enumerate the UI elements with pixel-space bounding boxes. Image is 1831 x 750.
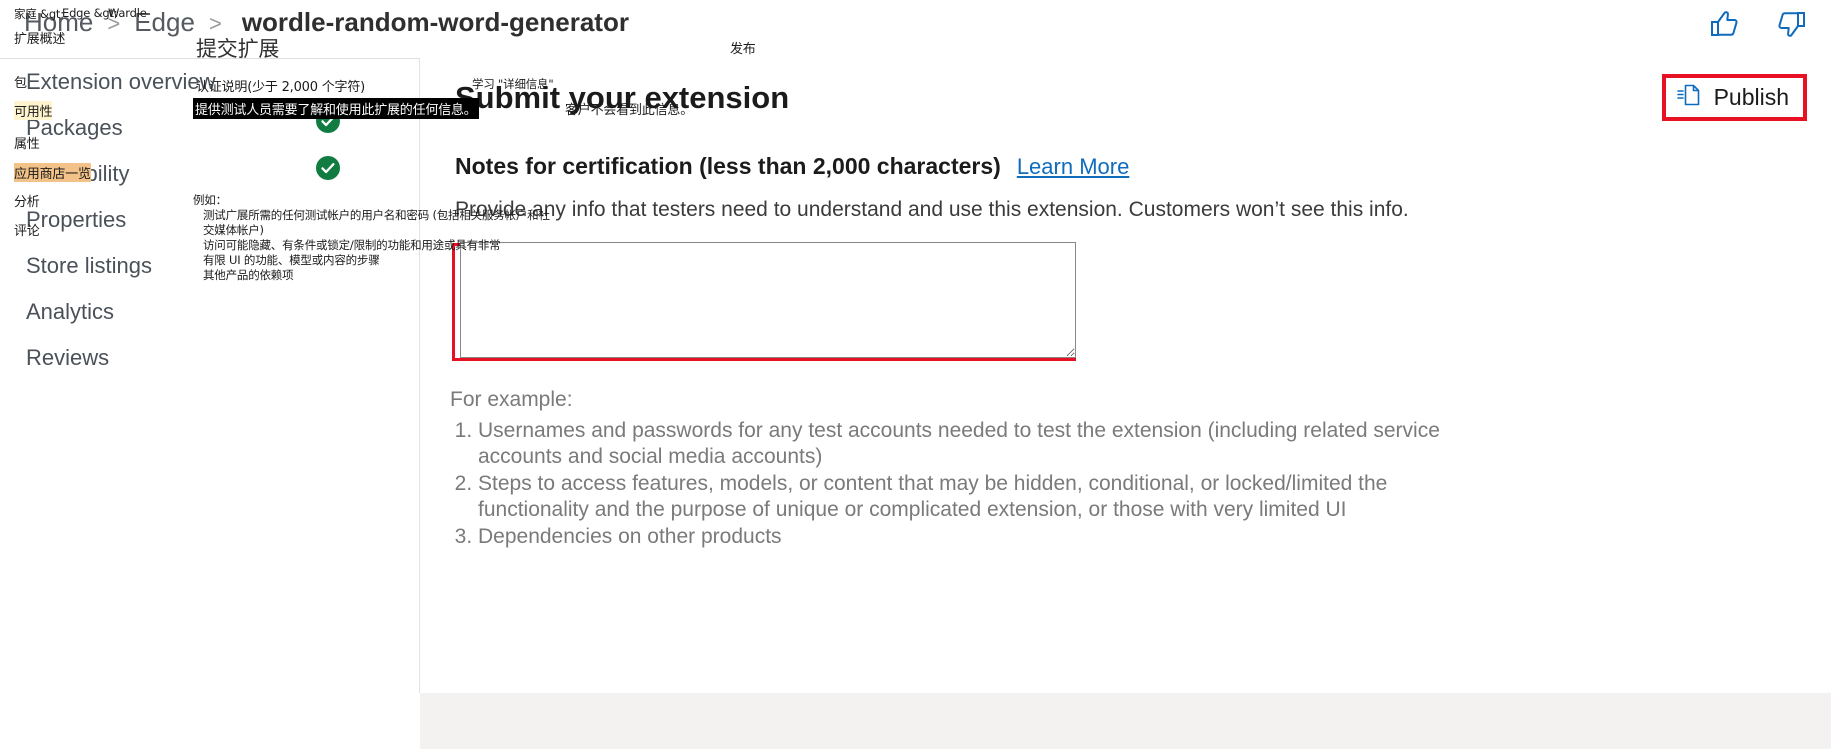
sidebar-nav: Extension overview Packages Availability…	[0, 58, 420, 750]
status-check-icon	[316, 156, 340, 180]
overlay-breadcrumb-current: Wardle	[108, 6, 147, 20]
section-heading-text: Notes for certification (less than 2,000…	[455, 153, 1001, 179]
sidebar-item-properties[interactable]: Properties	[26, 207, 126, 233]
section-description: Provide any info that testers need to un…	[455, 198, 1409, 221]
for-example-label: For example:	[450, 388, 573, 411]
thumbs-up-icon[interactable]	[1707, 8, 1741, 40]
overlay-nav-availability: 可用性	[14, 101, 53, 120]
overlay-nav-properties: 属性	[14, 137, 40, 152]
overlay-nav-reviews: 评论	[14, 224, 40, 239]
footer-band	[420, 693, 1831, 749]
list-item: Usernames and passwords for any test acc…	[478, 418, 1488, 469]
overlay-learn-more: 学习 "详细信息"	[472, 77, 554, 91]
overlay-example-line-3: 访问可能隐藏、有条件或锁定/限制的功能和用途或具有非常	[203, 238, 501, 252]
notes-for-certification-input[interactable]	[460, 242, 1076, 358]
sidebar-divider	[419, 58, 420, 693]
publish-document-icon	[1676, 82, 1702, 113]
publish-button[interactable]: Publish	[1661, 74, 1807, 121]
overlay-page-title: 提交扩展	[196, 37, 280, 61]
overlay-nav-store-listings: 应用商店一览	[14, 163, 91, 182]
main-content: Submit your extension Publish Notes for …	[420, 58, 1831, 749]
example-list: Usernames and passwords for any test acc…	[450, 418, 1488, 552]
publish-button-label: Publish	[1713, 84, 1789, 110]
overlay-for-example-label: 例如：	[193, 193, 227, 207]
sidebar-item-extension-overview[interactable]: Extension overview	[26, 69, 216, 95]
learn-more-link[interactable]: Learn More	[1017, 154, 1130, 180]
overlay-example-line-1: 测试广展所需的任何测试帐户的用户名和密码 (包括相关服务帐户和社	[203, 208, 550, 222]
overlay-example-line-4: 有限 UI 的功能、模型或内容的步骤	[203, 253, 380, 267]
overlay-example-line-5: 其他产品的依赖项	[203, 268, 294, 282]
overlay-nav-packages: 包	[14, 76, 27, 91]
overlay-publish: 发布	[730, 42, 756, 57]
overlay-section-desc-part2: 客户不会看到此信息。	[565, 103, 694, 118]
breadcrumb-current-page: wordle-random-word-generator	[241, 7, 629, 37]
list-item: Dependencies on other products	[478, 524, 1488, 550]
list-item: Steps to access features, models, or con…	[478, 471, 1488, 522]
thumbs-down-icon[interactable]	[1775, 8, 1809, 40]
sidebar-item-store-listings[interactable]: Store listings	[26, 253, 152, 279]
feedback-icons	[1707, 8, 1809, 40]
section-heading: Notes for certification (less than 2,000…	[455, 153, 1129, 180]
sidebar-item-reviews[interactable]: Reviews	[26, 345, 109, 371]
overlay-nav-analytics: 分析	[14, 195, 40, 210]
overlay-nav-extension-overview: 扩展概述	[14, 32, 66, 47]
sidebar-item-analytics[interactable]: Analytics	[26, 299, 114, 325]
overlay-section-desc-part1: 提供测试人员需要了解和使用此扩展的任何信息。	[193, 98, 479, 119]
overlay-example-line-2: 交媒体帐户)	[203, 223, 264, 237]
notes-textarea-highlight	[452, 242, 1076, 361]
overlay-breadcrumb-home: 家庭 &gt;	[14, 7, 64, 21]
overlay-section-heading: 认证说明(少于 2,000 个字符)	[196, 80, 366, 95]
